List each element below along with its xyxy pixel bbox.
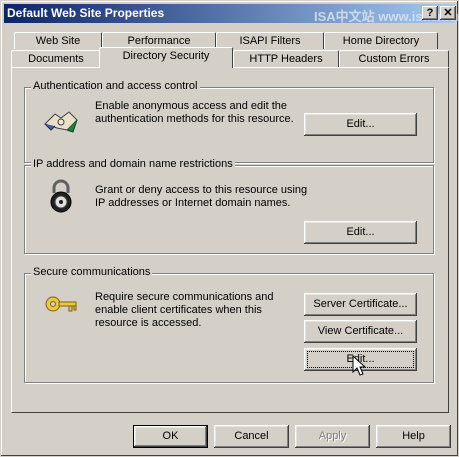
tab-directory-security[interactable]: Directory Security: [99, 47, 233, 68]
secure-group-label: Secure communications: [31, 266, 153, 278]
view-certificate-button[interactable]: View Certificate...: [304, 320, 417, 343]
close-icon: ✕: [443, 7, 453, 19]
button-label: OK: [162, 430, 179, 442]
handshake-icon: [44, 111, 78, 133]
tab-label: Web Site: [35, 35, 81, 47]
cancel-button[interactable]: Cancel: [214, 425, 289, 448]
window-title: Default Web Site Properties: [7, 6, 165, 20]
secure-group: Secure communications Require secure com…: [24, 266, 434, 383]
directory-security-panel: Authentication and access control Enable…: [11, 67, 449, 413]
help-title-button[interactable]: ?: [422, 6, 438, 20]
auth-group-label: Authentication and access control: [31, 80, 200, 92]
ip-description-line2: IP addresses or Internet domain names.: [95, 197, 291, 209]
properties-dialog: Default Web Site Properties ISA中文站 www.i…: [0, 0, 459, 457]
tab-label: Directory Security: [122, 50, 210, 62]
auth-edit-button[interactable]: Edit...: [304, 113, 417, 136]
tab-label: ISAPI Filters: [239, 35, 301, 47]
secure-description-line2: enable client certificates when this: [95, 304, 262, 316]
title-bar[interactable]: Default Web Site Properties ISA中文站 www.i…: [4, 4, 459, 24]
auth-description-line2: authentication methods for this resource…: [95, 113, 294, 125]
server-certificate-button[interactable]: Server Certificate...: [304, 293, 417, 316]
tab-label: Custom Errors: [358, 53, 430, 65]
tab-documents[interactable]: Documents: [11, 50, 101, 67]
tab-label: Performance: [127, 35, 191, 47]
mouse-pointer-icon: [352, 355, 366, 376]
padlock-icon: [50, 179, 72, 213]
key-icon: [45, 296, 77, 312]
apply-button[interactable]: Apply: [295, 425, 370, 448]
button-label: Help: [402, 430, 425, 442]
button-label: Cancel: [234, 430, 269, 442]
auth-group: Authentication and access control Enable…: [24, 80, 434, 163]
ip-description-line1: Grant or deny access to this resource us…: [95, 184, 308, 196]
ip-edit-button[interactable]: Edit...: [304, 221, 417, 244]
close-button[interactable]: ✕: [440, 6, 456, 20]
ok-button[interactable]: OK: [133, 425, 208, 448]
tab-http-headers[interactable]: HTTP Headers: [233, 50, 339, 67]
tab-label: Home Directory: [342, 35, 420, 47]
button-label: Server Certificate...: [313, 298, 408, 310]
secure-description-line3: resource is accessed.: [95, 317, 202, 329]
ip-group: IP address and domain name restrictions …: [24, 158, 434, 254]
auth-description-line1: Enable anonymous access and edit the: [95, 100, 288, 112]
help-button[interactable]: Help: [376, 425, 451, 448]
tab-home-directory[interactable]: Home Directory: [324, 32, 438, 49]
button-label: Edit...: [346, 226, 375, 238]
tab-label: HTTP Headers: [249, 53, 323, 65]
question-mark-icon: ?: [426, 7, 434, 19]
button-label: Apply: [318, 430, 347, 442]
ip-group-label: IP address and domain name restrictions: [31, 158, 235, 170]
button-label: Edit...: [346, 118, 375, 130]
tab-web-site[interactable]: Web Site: [14, 32, 102, 49]
tab-custom-errors[interactable]: Custom Errors: [339, 50, 449, 67]
secure-description-line1: Require secure communications and: [95, 291, 274, 303]
tab-label: Documents: [28, 53, 84, 65]
button-label: View Certificate...: [317, 325, 404, 337]
